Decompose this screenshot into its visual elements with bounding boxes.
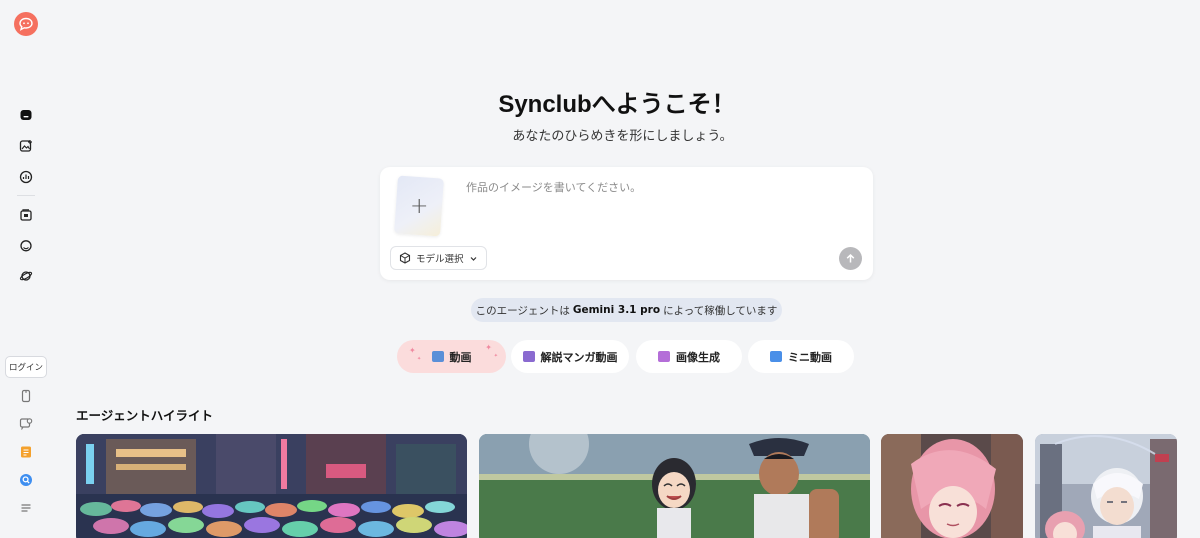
category-mini-video[interactable]: ミニ動画 [748,340,854,373]
category-label: 解説マンガ動画 [540,350,618,364]
sparkle-icon: ✦ [493,353,498,359]
chat-icon[interactable] [15,235,37,257]
phone-icon[interactable] [15,385,37,407]
chevron-down-icon [470,256,476,261]
arrow-up-icon [846,253,855,263]
pink-hair-character-image [881,434,1023,538]
upload-image-button[interactable]: + [394,175,444,237]
feedback-icon[interactable] [15,413,37,435]
umbrella-crowd-image [76,434,467,538]
category-image-generation[interactable]: 画像生成 [636,340,742,373]
agent-suffix: によって稼働しています [663,304,778,317]
agent-model-badge: このエージェントは Gemini 3.1 pro によって稼働しています [471,298,782,322]
note-icon[interactable] [15,441,37,463]
model-select-label: モデル選択 [416,254,464,265]
picture-icon [658,351,670,362]
sidebar: ログイン [0,0,54,538]
highlight-card[interactable] [76,434,467,538]
agent-model-name: Gemini 3.1 pro [572,304,661,316]
prompt-input[interactable] [466,177,856,197]
cube-icon [399,252,411,264]
send-button[interactable] [839,247,862,270]
highlight-card[interactable] [881,434,1023,538]
category-label: ミニ動画 [788,350,832,364]
sidebar-divider [17,195,35,196]
model-select-dropdown[interactable]: モデル選択 [390,246,487,270]
planet-icon[interactable] [15,265,37,287]
video-icon [431,351,444,362]
highlight-card[interactable] [1035,434,1177,538]
page-subtitle: あなたのひらめきを形にしましょう。 [512,129,733,144]
category-label: 動画 [449,350,472,364]
category-manga-video[interactable]: 解説マンガ動画 [511,340,629,373]
clapperboard-icon [522,351,535,362]
section-title-highlights: エージェントハイライト [76,408,214,423]
agent-prefix: このエージェントは [475,304,570,317]
play-icon [770,351,782,362]
prompt-box: + モデル選択 [380,167,873,280]
category-video[interactable]: ✦ ✦ ✦ ✦ 動画 [397,340,506,373]
logo-icon[interactable] [14,12,38,36]
sparkle-icon: ✦ [485,343,492,352]
baseball-anime-image [479,434,870,538]
page-title: Synclubへようこそ！ [498,91,736,118]
analytics-icon[interactable] [15,166,37,188]
plus-icon: + [409,193,429,219]
white-hair-character-image [1035,434,1177,538]
sparkle-icon: ✦ [409,346,416,355]
highlight-card[interactable] [479,434,870,538]
login-button[interactable]: ログイン [5,356,47,378]
folder-icon[interactable] [15,204,37,226]
discord-icon[interactable] [15,469,37,491]
menu-icon[interactable] [15,497,37,519]
category-label: 画像生成 [676,350,720,364]
sparkle-icon: ✦ [417,356,422,362]
